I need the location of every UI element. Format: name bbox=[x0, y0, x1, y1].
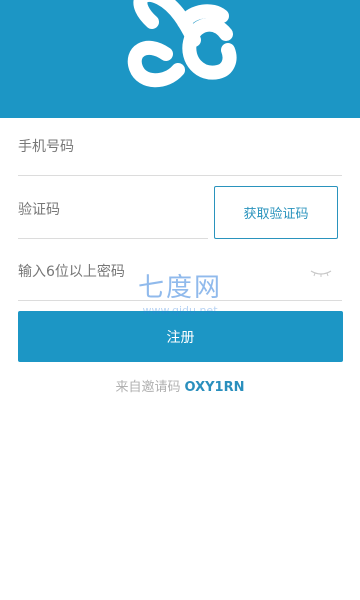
password-field bbox=[18, 243, 342, 301]
get-code-button[interactable]: 获取验证码 bbox=[214, 186, 338, 239]
invite-code-line: 来自邀请码 OXY1RN bbox=[0, 378, 360, 398]
code-field bbox=[18, 181, 208, 239]
password-input[interactable] bbox=[18, 243, 342, 300]
invite-code: OXY1RN bbox=[184, 380, 245, 395]
phone-input[interactable] bbox=[18, 118, 342, 175]
register-button[interactable]: 注册 bbox=[18, 311, 343, 362]
code-input[interactable] bbox=[18, 181, 208, 238]
brand-logo-icon bbox=[127, 0, 237, 88]
phone-field bbox=[18, 118, 342, 176]
closed-eye-icon[interactable] bbox=[310, 269, 332, 277]
header-banner bbox=[0, 0, 360, 118]
invite-label: 来自邀请码 bbox=[115, 380, 181, 395]
